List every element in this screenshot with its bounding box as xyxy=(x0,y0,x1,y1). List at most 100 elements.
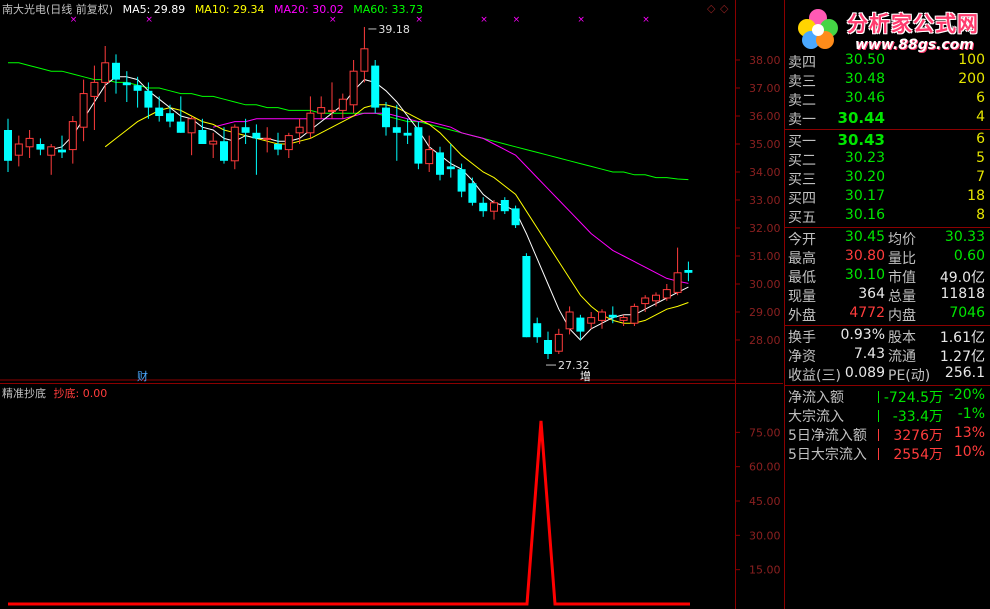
stat-row: 外盘 4772 内盘 7046 xyxy=(785,305,989,324)
sell-level-volume: 200 xyxy=(958,71,985,87)
sell-level-price: 30.50 xyxy=(844,52,885,68)
candle-body-down xyxy=(144,90,153,108)
sell-level-label: 卖四 xyxy=(788,55,816,71)
stat-label: PE(动) xyxy=(888,368,931,384)
stat-value: 0.089 xyxy=(844,365,885,381)
candle-body-down xyxy=(608,314,617,318)
buy-level-price: 30.20 xyxy=(844,169,885,185)
stat-value: 7046 xyxy=(949,305,985,321)
stat-label: 现量 xyxy=(788,289,816,305)
flow-row: 5日净流入额 3276万 13% xyxy=(785,425,989,444)
candle-body-up xyxy=(230,126,239,162)
candle-body-up xyxy=(565,311,574,330)
flow-bar xyxy=(878,429,879,441)
logo-url: www.88gs.com xyxy=(855,37,974,53)
stat-row: 最低 30.10 市值 49.0亿 xyxy=(785,267,989,286)
candle-body-up xyxy=(349,70,358,106)
candle-body-down xyxy=(371,65,380,108)
sell-level-price: 30.44 xyxy=(837,109,885,127)
stat-label: 收益(三) xyxy=(788,368,841,384)
logo-text: 分析家公式网 xyxy=(847,12,979,36)
panel-separator xyxy=(785,129,990,130)
price-tick-label: 30.00 xyxy=(749,278,781,291)
candle-body-down xyxy=(220,141,228,161)
stat-value: 364 xyxy=(858,286,885,302)
candle-body-down xyxy=(122,82,131,86)
candle-body-down xyxy=(176,121,185,133)
stat-value: 0.60 xyxy=(953,248,985,264)
stat-label: 净资 xyxy=(788,349,816,365)
stat-label: 内盘 xyxy=(888,308,916,324)
event-cai-marker: 财 xyxy=(137,369,148,383)
candle-body-down xyxy=(500,200,509,212)
candle-body-down xyxy=(414,127,423,164)
candle-body-up xyxy=(90,81,99,97)
panel-separator xyxy=(785,325,990,326)
buy-level-label: 买二 xyxy=(788,153,816,169)
high-price-label: 39.18 xyxy=(378,23,410,36)
sell-level-label: 卖二 xyxy=(788,93,816,109)
indicator-tick-label: 30.00 xyxy=(749,529,781,542)
candle-body-down xyxy=(684,270,693,273)
candle-body-up xyxy=(295,126,304,134)
indicator-tick-label: 75.00 xyxy=(749,426,781,439)
price-tick-label: 32.00 xyxy=(749,222,781,235)
sell-level-volume: 4 xyxy=(976,109,985,125)
stock-title: 南大光电(日线 前复权) xyxy=(2,3,114,16)
stat-row: 最高 30.80 量比 0.60 xyxy=(785,248,989,267)
price-tick-label: 33.00 xyxy=(749,194,781,207)
stat-label: 外盘 xyxy=(788,308,816,324)
stat-value: 1.61亿 xyxy=(939,330,985,346)
candle-body-up xyxy=(79,93,88,128)
site-logo[interactable]: 分析家公式网 www.88gs.com xyxy=(791,4,987,54)
sell-level-row: 卖四 30.50 100 xyxy=(785,52,989,71)
candle-body-up xyxy=(641,297,650,305)
candle-body-down xyxy=(392,127,401,133)
candle-body-down xyxy=(166,113,174,122)
stat-value: 49.0亿 xyxy=(939,270,985,286)
candle-body-down xyxy=(544,340,552,354)
sell-level-price: 30.48 xyxy=(844,71,885,87)
candle-body-down xyxy=(403,132,412,136)
candle-body-up xyxy=(187,118,196,134)
candle-body-up xyxy=(25,137,34,148)
stat-label: 换手 xyxy=(788,330,816,346)
flow-value: 3276万 xyxy=(893,428,943,444)
indicator-tick-label: 15.00 xyxy=(749,564,781,577)
stat-row: 现量 364 总量 11818 xyxy=(785,286,989,305)
stat-value: 11818 xyxy=(940,286,985,302)
sell-level-price: 30.46 xyxy=(844,90,885,106)
stat-value: 30.45 xyxy=(844,229,885,245)
corner-diamond-icon: ◇ xyxy=(707,2,716,15)
buy-level-price: 30.17 xyxy=(844,188,885,204)
flow-value: -724.5万 xyxy=(883,390,943,406)
candle-body-up xyxy=(68,121,77,151)
stat-label: 最高 xyxy=(788,251,816,267)
stat-value: 256.1 xyxy=(944,365,985,381)
candle-body-down xyxy=(468,183,477,203)
price-tick-label: 34.00 xyxy=(749,166,781,179)
chart-area[interactable]: 38.00 37.00 36.00 35.00 34.00 33.00 32.00 31.00… xyxy=(0,0,783,609)
stat-value: 1.27亿 xyxy=(939,349,985,365)
flow-row: 净流入额 -724.5万 -20% xyxy=(785,387,989,406)
buy-level-volume: 8 xyxy=(976,207,985,223)
panel-separator xyxy=(785,227,990,228)
flow-percent: -1% xyxy=(957,406,985,422)
buy-level-volume: 18 xyxy=(967,188,985,204)
candle-body-up xyxy=(360,48,369,72)
candle-body-down xyxy=(133,85,142,91)
sell-level-row: 卖三 30.48 200 xyxy=(785,71,989,90)
ma60-line xyxy=(8,62,689,181)
buy-level-price: 30.16 xyxy=(844,207,885,223)
flow-label: 5日大宗流入 xyxy=(788,447,867,463)
price-tick-label: 36.00 xyxy=(749,110,781,123)
signal-mark: × xyxy=(480,15,488,25)
flower-icon xyxy=(798,9,838,49)
signal-mark: × xyxy=(577,15,585,25)
candle-body-up xyxy=(490,202,498,212)
kline-chart[interactable]: 38.00 37.00 36.00 35.00 34.00 33.00 32.00 31.00… xyxy=(0,0,783,609)
stat-label: 量比 xyxy=(888,251,916,267)
candle-body-down xyxy=(436,152,444,175)
price-tick-label: 37.00 xyxy=(749,82,781,95)
stat-row: 今开 30.45 均价 30.33 xyxy=(785,229,989,248)
